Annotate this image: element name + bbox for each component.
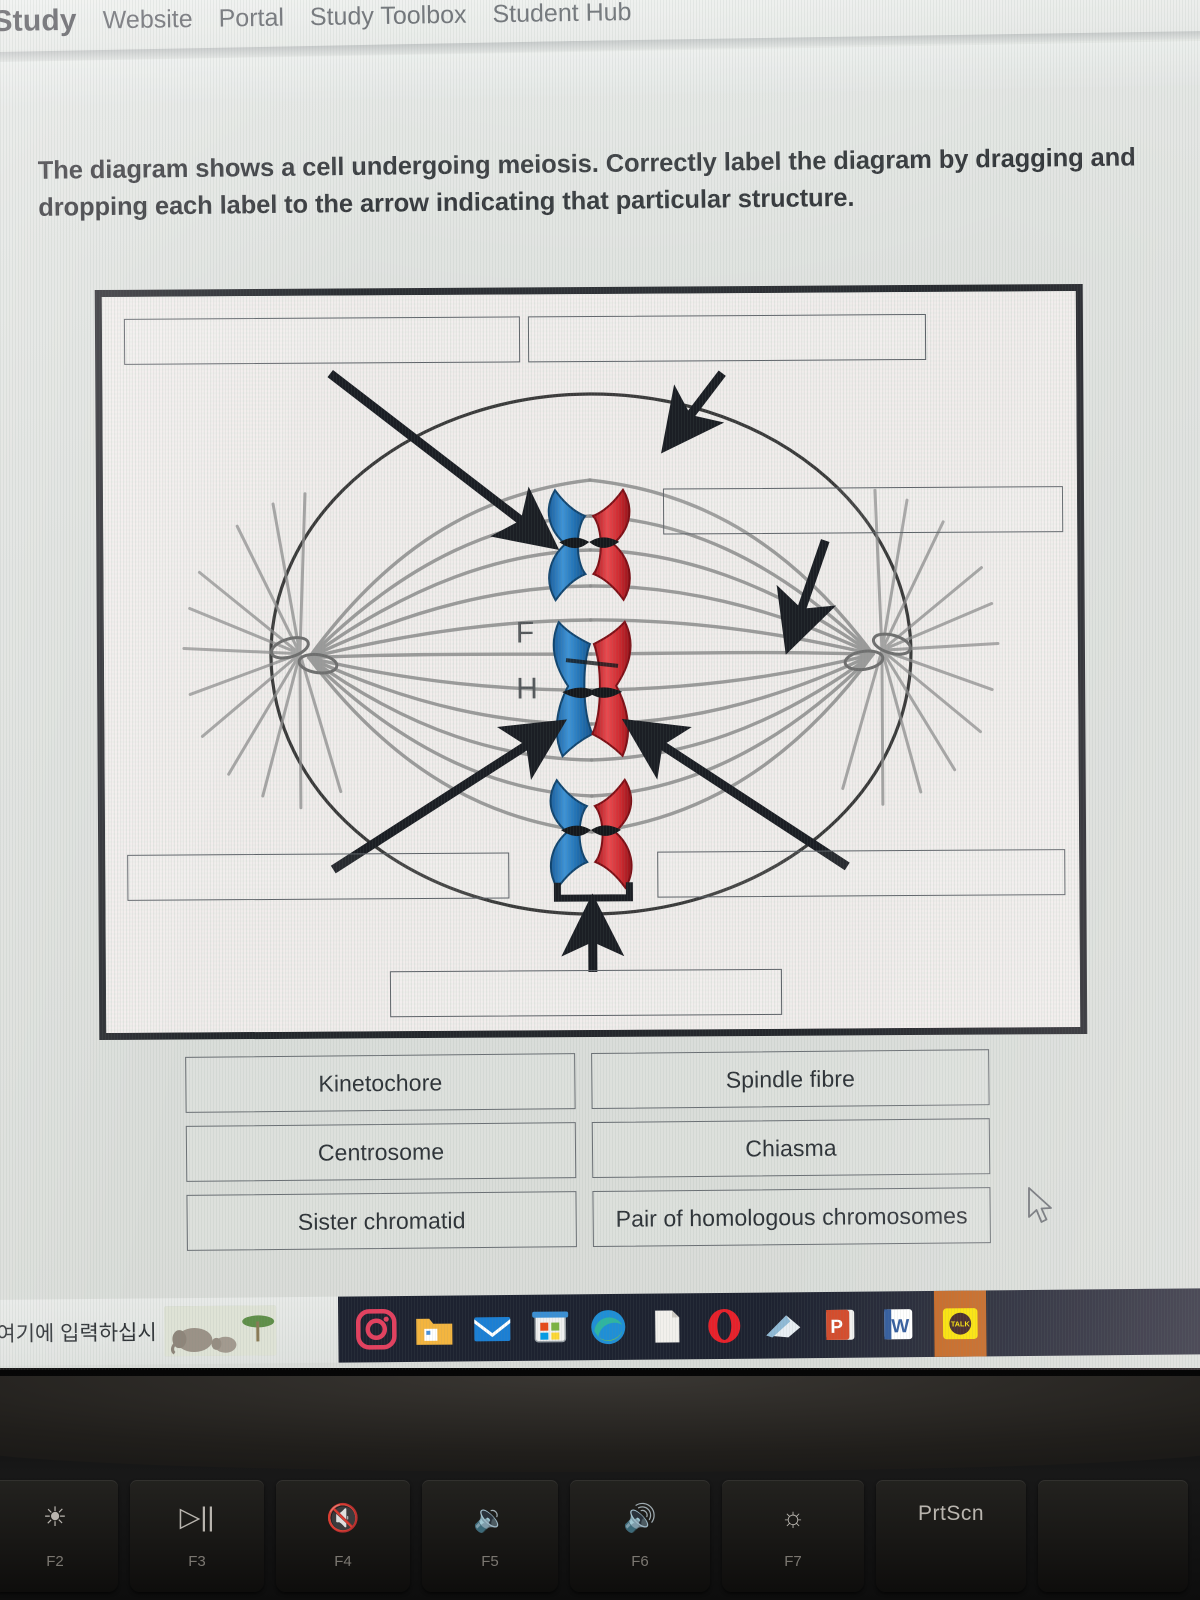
key-f2[interactable]: ☀ F2 (0, 1480, 118, 1592)
keyboard-hinge-lip (0, 1376, 1200, 1472)
mouse-cursor (1028, 1187, 1052, 1223)
taskbar-left-section: 여기에 입력하십시 (0, 1296, 339, 1366)
windows-taskbar: 여기에 입력하십시 P W TALK (0, 1288, 1200, 1366)
site-brand[interactable]: Study (0, 4, 77, 39)
key-f5-label: F5 (481, 1553, 499, 1570)
nav-link-website[interactable]: Website (103, 4, 193, 34)
key-f4[interactable]: 🔇 F4 (276, 1480, 410, 1592)
play-pause-icon: ▷|| (179, 1502, 215, 1532)
word-icon[interactable]: W (876, 1302, 920, 1346)
document-icon[interactable] (644, 1304, 688, 1348)
letter-F: F (516, 616, 535, 649)
volume-up-icon: 🔊 (623, 1503, 657, 1533)
elephant-wallpaper-thumbnail[interactable] (164, 1305, 277, 1357)
label-chip-kinetochore[interactable]: Kinetochore (185, 1053, 576, 1113)
svg-text:W: W (891, 1316, 909, 1337)
label-chip-chiasma[interactable]: Chiasma (591, 1118, 991, 1178)
drop-target-bottom-left[interactable] (127, 852, 510, 901)
key-prtscn[interactable]: PrtScn (876, 1480, 1026, 1592)
edge-icon[interactable] (586, 1305, 630, 1349)
key-f7-label: F7 (784, 1553, 802, 1570)
drop-target-top-left[interactable] (123, 316, 521, 365)
key-f6[interactable]: 🔊 F6 (570, 1480, 710, 1592)
keyboard-backlight-icon: ☼ (780, 1502, 806, 1532)
brightness-icon: ☀ (42, 1502, 68, 1532)
label-chip-spindle-fibre[interactable]: Spindle fibre (591, 1049, 990, 1110)
question-prompt: The diagram shows a cell undergoing meio… (37, 143, 1136, 223)
file-explorer-icon[interactable] (412, 1307, 456, 1351)
letter-H: H (516, 672, 538, 705)
key-f7[interactable]: ☼ F7 (722, 1480, 864, 1592)
nav-link-portal[interactable]: Portal (218, 3, 284, 33)
onedrive-icon[interactable] (760, 1303, 804, 1347)
key-f4-label: F4 (334, 1553, 352, 1570)
mail-icon[interactable] (470, 1306, 514, 1350)
microsoft-store-icon[interactable] (528, 1305, 572, 1349)
diagram-frame: F H (94, 283, 1088, 1041)
instagram-icon[interactable] (354, 1307, 398, 1351)
kakaotalk-label: TALK (951, 1319, 971, 1328)
opera-icon[interactable] (702, 1304, 746, 1348)
drop-target-middle-right[interactable] (662, 486, 1064, 535)
key-extra[interactable] (1038, 1480, 1188, 1592)
laptop-keyboard: ☀ F2 ▷|| F3 🔇 F4 🔉 F5 🔊 F6 ☼ F7 PrtScn (0, 1368, 1200, 1600)
powerpoint-icon[interactable]: P (818, 1303, 862, 1347)
drop-target-bottom-right[interactable] (657, 849, 1066, 898)
label-chip-pair-homologous[interactable]: Pair of homologous chromosomes (592, 1187, 991, 1247)
key-f5[interactable]: 🔉 F5 (422, 1480, 558, 1592)
key-f3-label: F3 (188, 1553, 206, 1570)
drop-target-top-right[interactable] (527, 313, 927, 363)
key-f3[interactable]: ▷|| F3 (130, 1480, 264, 1592)
key-f6-label: F6 (631, 1553, 649, 1570)
key-f2-label: F2 (46, 1553, 64, 1570)
nav-link-student-hub[interactable]: Student Hub (492, 0, 631, 29)
volume-mute-icon: 🔇 (326, 1503, 360, 1533)
kakaotalk-icon[interactable]: TALK (933, 1290, 987, 1357)
nav-link-study-toolbox[interactable]: Study Toolbox (310, 0, 467, 31)
laptop-screen: Study Website Portal Study Toolbox Stude… (0, 0, 1200, 1370)
drop-target-bottom-center[interactable] (389, 968, 783, 1018)
print-screen-label: PrtScn (917, 1502, 985, 1525)
volume-down-icon: 🔉 (473, 1503, 507, 1533)
label-chip-centrosome[interactable]: Centrosome (185, 1122, 577, 1182)
answer-bank: Kinetochore Spindle fibre Centrosome Chi… (185, 1049, 999, 1251)
taskbar-search-input[interactable]: 여기에 입력하십시 (0, 1316, 157, 1348)
label-chip-sister-chromatid[interactable]: Sister chromatid (186, 1191, 577, 1251)
meiosis-cell-diagram: F H (101, 291, 1081, 1033)
taskbar-pinned-icons: P W TALK (337, 1288, 1200, 1363)
svg-text:P: P (830, 1317, 843, 1338)
